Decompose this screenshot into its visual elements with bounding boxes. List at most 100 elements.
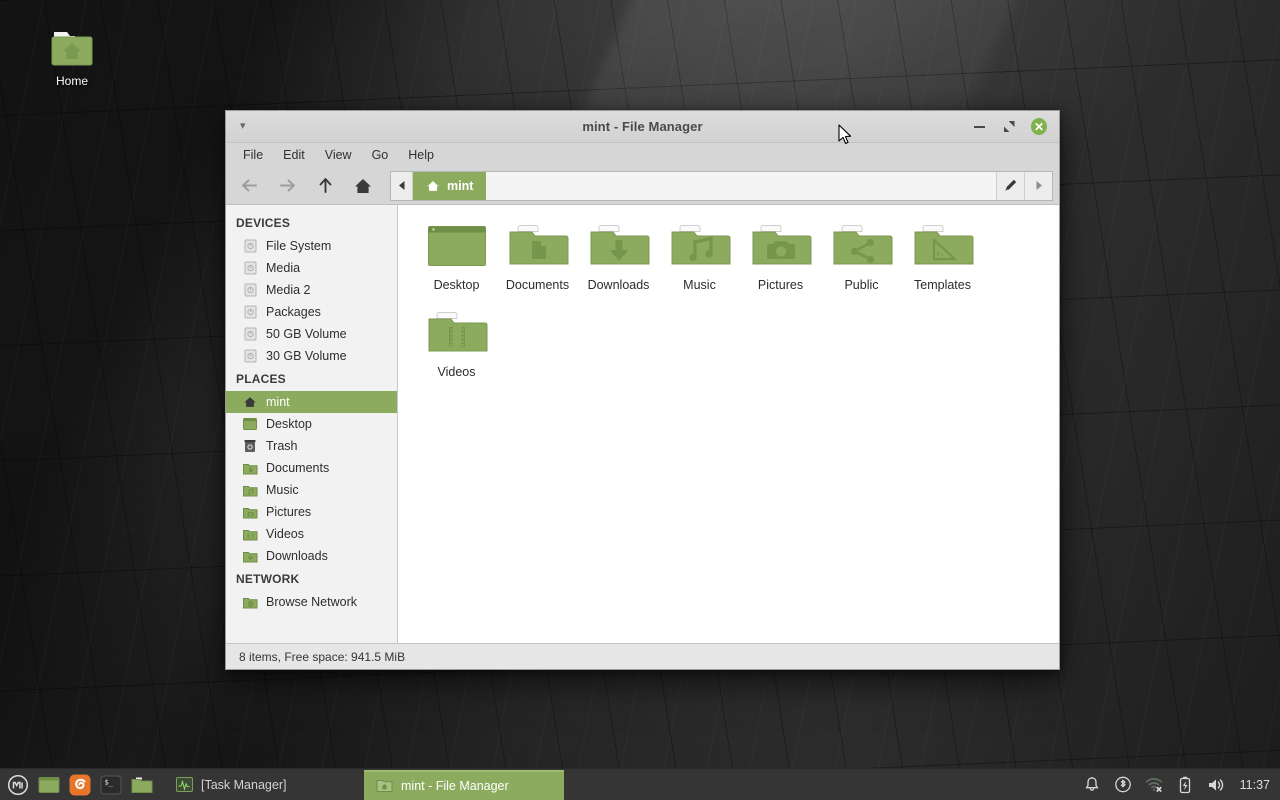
- desktop-icon-home[interactable]: Home: [30, 18, 114, 88]
- taskbar-window-file-manager[interactable]: mint - File Manager: [364, 770, 564, 800]
- show-desktop-button[interactable]: [36, 772, 62, 798]
- bell-icon[interactable]: [1083, 776, 1101, 794]
- back-button[interactable]: [230, 171, 268, 201]
- menu-help[interactable]: Help: [399, 146, 443, 164]
- file-item-templates[interactable]: Templates: [902, 219, 983, 292]
- taskbar-launchers: $_: [0, 772, 155, 798]
- edit-path-button[interactable]: [996, 172, 1024, 200]
- triangle-left-icon[interactable]: [391, 172, 413, 200]
- close-button[interactable]: ✕: [1031, 119, 1047, 135]
- sidebar-item-30-gb-volume[interactable]: 30 GB Volume: [226, 345, 397, 367]
- sidebar-item-label: Music: [266, 483, 299, 497]
- folder-music-icon: [242, 482, 258, 498]
- sidebar-item-downloads[interactable]: Downloads: [226, 545, 397, 567]
- svg-text:$_: $_: [105, 778, 114, 786]
- chevron-down-icon[interactable]: ▾: [240, 121, 246, 132]
- triangle-right-icon[interactable]: [1024, 172, 1052, 200]
- drive-icon: [242, 304, 258, 320]
- window-titlebar[interactable]: ▾ mint - File Manager ✕: [226, 111, 1059, 143]
- file-item-downloads[interactable]: Downloads: [578, 219, 659, 292]
- bluetooth-icon[interactable]: [1114, 776, 1132, 794]
- show-desktop-icon: [38, 776, 60, 794]
- mint-menu-button[interactable]: [5, 772, 31, 798]
- menu-edit[interactable]: Edit: [274, 146, 314, 164]
- places-sidebar[interactable]: DEVICES File System Media Media 2: [226, 205, 398, 643]
- file-item-public[interactable]: Public: [821, 219, 902, 292]
- terminal-icon: $_: [100, 775, 122, 795]
- path-bar[interactable]: mint: [390, 171, 1053, 201]
- sidebar-item-label: File System: [266, 239, 331, 253]
- close-icon: ✕: [1031, 118, 1047, 135]
- path-bar-empty-space[interactable]: [486, 172, 996, 200]
- sidebar-item-browse-network[interactable]: Browse Network: [226, 591, 397, 613]
- sidebar-item-mint[interactable]: mint: [226, 391, 397, 413]
- firefox-icon: [69, 774, 91, 796]
- battery-charging-icon[interactable]: [1176, 776, 1194, 794]
- folder-documents-icon: [507, 219, 569, 273]
- menu-file[interactable]: File: [234, 146, 272, 164]
- navigation-toolbar: mint: [226, 167, 1059, 205]
- taskbar-window-task-manager[interactable]: [Task Manager]: [164, 770, 364, 800]
- clock[interactable]: 11:37: [1238, 778, 1270, 792]
- sidebar-item-music[interactable]: Music: [226, 479, 397, 501]
- window-body: DEVICES File System Media Media 2: [226, 205, 1059, 643]
- window-title: mint - File Manager: [226, 119, 1059, 134]
- sidebar-item-documents[interactable]: Documents: [226, 457, 397, 479]
- file-item-label: Templates: [914, 278, 971, 292]
- sidebar-item-media[interactable]: Media: [226, 257, 397, 279]
- sidebar-heading-network: NETWORK: [226, 567, 397, 591]
- file-item-documents[interactable]: Documents: [497, 219, 578, 292]
- file-manager-window[interactable]: ▾ mint - File Manager ✕ File Edit View G…: [225, 110, 1060, 670]
- terminal-button[interactable]: $_: [98, 772, 124, 798]
- forward-button[interactable]: [268, 171, 306, 201]
- sidebar-item-label: Media: [266, 261, 300, 275]
- file-item-label: Music: [683, 278, 716, 292]
- pencil-icon: [1003, 178, 1018, 193]
- status-bar: 8 items, Free space: 941.5 MiB: [226, 643, 1059, 669]
- file-item-music[interactable]: Music: [659, 219, 740, 292]
- sidebar-item-50-gb-volume[interactable]: 50 GB Volume: [226, 323, 397, 345]
- sidebar-item-file-system[interactable]: File System: [226, 235, 397, 257]
- sidebar-item-desktop[interactable]: Desktop: [226, 413, 397, 435]
- sidebar-heading-devices: DEVICES: [226, 211, 397, 235]
- firefox-button[interactable]: [67, 772, 93, 798]
- up-button[interactable]: [306, 171, 344, 201]
- home-button[interactable]: [344, 171, 382, 201]
- drive-icon: [242, 282, 258, 298]
- maximize-button[interactable]: [1001, 119, 1017, 135]
- file-list-view[interactable]: Desktop Documents: [398, 205, 1059, 643]
- menu-bar: File Edit View Go Help: [226, 143, 1059, 167]
- sidebar-item-pictures[interactable]: Pictures: [226, 501, 397, 523]
- file-item-desktop[interactable]: Desktop: [416, 219, 497, 292]
- desktop-icon-label: Home: [30, 74, 114, 88]
- menu-go[interactable]: Go: [363, 146, 398, 164]
- sidebar-item-packages[interactable]: Packages: [226, 301, 397, 323]
- taskbar[interactable]: $_ [Task Manager] mint - File Manager: [0, 768, 1280, 800]
- sidebar-item-label: mint: [266, 395, 290, 409]
- sidebar-item-trash[interactable]: Trash: [226, 435, 397, 457]
- arrow-right-icon: [278, 176, 297, 195]
- sidebar-item-videos[interactable]: Videos: [226, 523, 397, 545]
- file-item-label: Documents: [506, 278, 569, 292]
- file-item-label: Downloads: [588, 278, 650, 292]
- volume-icon[interactable]: [1207, 776, 1225, 794]
- sidebar-item-label: Documents: [266, 461, 329, 475]
- file-item-pictures[interactable]: Pictures: [740, 219, 821, 292]
- folder-music-icon: [669, 219, 731, 273]
- folder-videos-icon: [426, 306, 488, 360]
- sidebar-item-media-2[interactable]: Media 2: [226, 279, 397, 301]
- minimize-button[interactable]: [971, 119, 987, 135]
- file-item-label: Videos: [438, 365, 476, 379]
- breadcrumb-mint[interactable]: mint: [413, 172, 486, 200]
- wifi-off-icon[interactable]: [1145, 776, 1163, 794]
- file-item-label: Public: [844, 278, 878, 292]
- file-manager-button[interactable]: [129, 772, 155, 798]
- menu-view[interactable]: View: [316, 146, 361, 164]
- desktop-icon-area: Home: [30, 18, 114, 88]
- file-item-label: Pictures: [758, 278, 803, 292]
- file-item-label: Desktop: [434, 278, 480, 292]
- sidebar-item-label: Videos: [266, 527, 304, 541]
- file-item-videos[interactable]: Videos: [416, 306, 497, 379]
- arrow-up-icon: [316, 176, 335, 195]
- sidebar-item-label: 50 GB Volume: [266, 327, 347, 341]
